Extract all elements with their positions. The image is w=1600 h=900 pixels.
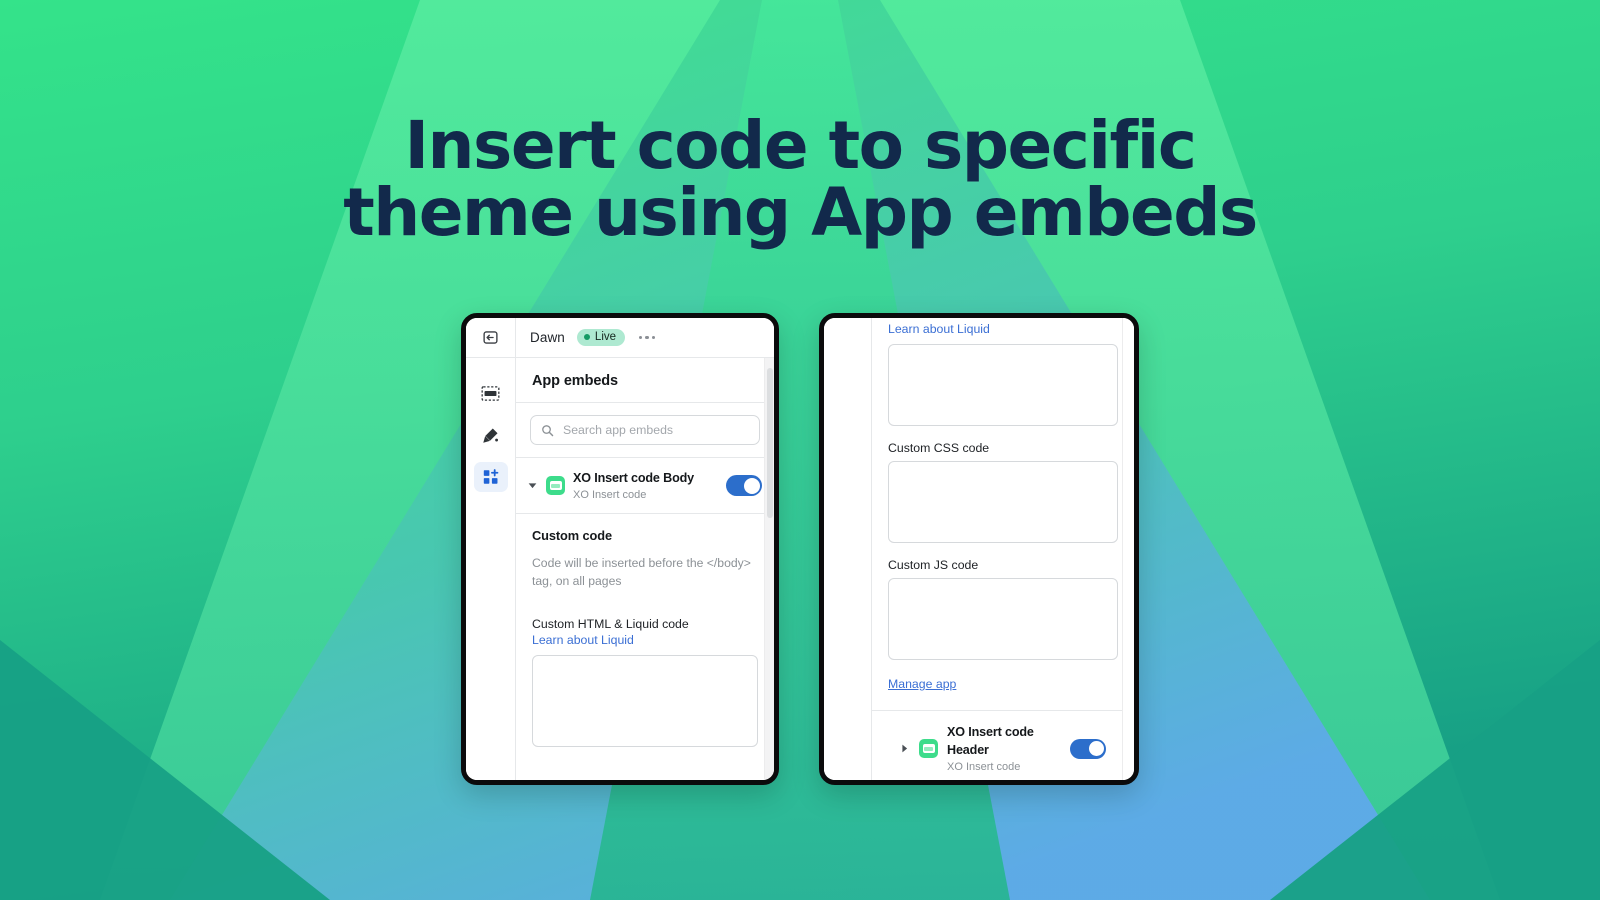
sidebar-item-sections[interactable] — [474, 378, 508, 408]
apps-grid-plus-icon — [483, 469, 498, 484]
sections-icon — [481, 385, 500, 401]
scrollbar-thumb[interactable] — [767, 368, 773, 518]
custom-css-textarea[interactable] — [888, 461, 1118, 543]
search-icon — [542, 424, 554, 436]
app-logo-icon — [546, 476, 565, 496]
more-options-button[interactable] — [639, 335, 656, 340]
app-embed-title: XO Insert code Header — [947, 725, 1034, 757]
html-liquid-textarea[interactable] — [888, 344, 1118, 426]
search-row: Search app embeds — [516, 403, 774, 458]
toggle-knob — [1088, 741, 1104, 757]
custom-js-field-label: Custom JS code — [888, 558, 979, 572]
app-logo-icon — [919, 739, 938, 759]
app-embed-subtitle: XO Insert code — [573, 489, 647, 501]
learn-about-liquid-link[interactable]: Learn about Liquid — [888, 322, 990, 336]
exit-editor-button[interactable] — [466, 318, 515, 358]
theme-editor-panel-left: Dawn Live App embeds Search app embeds X… — [461, 313, 779, 785]
custom-code-heading: Custom code — [532, 528, 612, 544]
editor-sidebar-rail-blank — [824, 318, 872, 780]
status-badge: Live — [576, 329, 626, 346]
app-embed-settings: Custom code Code will be inserted before… — [516, 514, 774, 747]
chevron-right-icon[interactable] — [898, 744, 910, 753]
app-embed-toggle[interactable] — [1070, 738, 1106, 759]
custom-css-field-label: Custom CSS code — [888, 441, 990, 455]
learn-about-liquid-link[interactable]: Learn about Liquid — [532, 633, 634, 647]
search-placeholder: Search app embeds — [563, 423, 674, 437]
html-liquid-textarea[interactable] — [532, 654, 758, 747]
sidebar-item-app-embeds[interactable] — [473, 462, 508, 492]
custom-code-help-text: Code will be inserted before the </body>… — [532, 556, 751, 588]
app-embeds-header: App embeds — [516, 358, 774, 403]
manage-app-link[interactable]: Manage app — [888, 677, 956, 691]
app-embed-subtitle: XO Insert code — [947, 761, 1021, 773]
more-dot — [651, 335, 656, 340]
section-title: App embeds — [532, 373, 619, 389]
toggle-knob — [743, 477, 760, 494]
custom-js-textarea[interactable] — [888, 578, 1118, 660]
chevron-down-icon[interactable] — [526, 482, 538, 489]
more-dot — [639, 335, 643, 340]
editor-sidebar-rail — [466, 318, 516, 780]
sidebar-item-theme-settings[interactable] — [474, 420, 508, 450]
app-embed-row-body[interactable]: XO Insert code Body XO Insert code — [516, 458, 774, 515]
theme-editor-panel-right: Learn about Liquid Custom CSS code Custo… — [819, 313, 1139, 785]
paintbrush-icon — [483, 427, 499, 443]
headline-line-2: theme using App embeds — [343, 174, 1258, 252]
panel-scrollbar[interactable] — [764, 358, 774, 780]
search-input[interactable]: Search app embeds — [530, 415, 760, 445]
app-embed-row-header[interactable]: XO Insert code Header XO Insert code — [888, 711, 1118, 780]
page-title: Insert code to specific theme using App … — [0, 112, 1600, 247]
app-embed-toggle[interactable] — [726, 475, 762, 497]
status-badge-label: Live — [594, 331, 617, 343]
panel-right-edge — [1122, 318, 1134, 780]
app-embed-title: XO Insert code Body — [573, 471, 695, 485]
headline-line-1: Insert code to specific — [404, 107, 1197, 184]
live-status-dot — [583, 334, 590, 340]
theme-name: Dawn — [530, 330, 565, 345]
more-dot — [645, 335, 649, 340]
exit-theme-editor-icon — [483, 331, 498, 344]
html-liquid-field-label: Custom HTML & Liquid code — [532, 616, 689, 631]
editor-topbar: Dawn Live — [516, 318, 774, 358]
